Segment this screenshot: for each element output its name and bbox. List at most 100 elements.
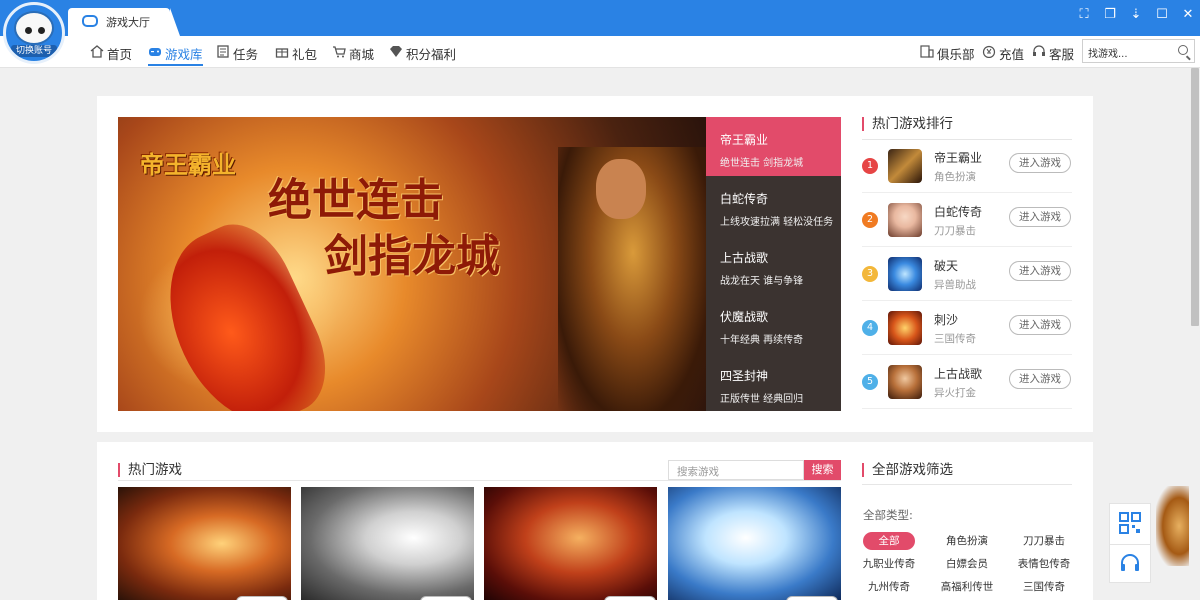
banner-slogan-line2: 剑指龙城	[324, 231, 500, 282]
filter-option[interactable]: 角色扮演	[935, 532, 999, 550]
search-placeholder: 找游戏...	[1088, 49, 1128, 60]
fullscreen-icon[interactable]: ⛶	[1077, 8, 1091, 22]
headset-icon[interactable]	[1119, 552, 1141, 574]
banner-slogan: 绝世连击 剑指龙城	[268, 173, 500, 285]
enter-game-button[interactable]: 进入游戏	[1009, 369, 1071, 389]
banner-item-subtitle: 正版传世 经典回归	[720, 394, 804, 405]
close-icon[interactable]: ✕	[1181, 8, 1195, 22]
game-search-button[interactable]: 搜索	[804, 460, 841, 480]
filter-title: 全部游戏筛选	[862, 463, 953, 477]
enter-game-button[interactable]: 进入游戏	[1009, 153, 1071, 173]
game-card-button[interactable]	[420, 596, 472, 600]
monkey-icon	[14, 11, 54, 45]
nav-label: 充值	[999, 47, 1025, 62]
enter-game-button[interactable]: 进入游戏	[1009, 261, 1071, 281]
nav-label: 首页	[107, 47, 133, 62]
game-icon[interactable]	[888, 311, 922, 345]
game-card-button[interactable]	[786, 596, 838, 600]
hot-games-title: 热门游戏	[118, 463, 182, 477]
game-icon[interactable]	[888, 149, 922, 183]
nav-bar: 首页 游戏库 任务 礼包 商城 积分福利 俱乐部 充值 客服 找游戏...	[0, 36, 1200, 68]
banner-list-item[interactable]: 四圣封神 正版传世 经典回归	[706, 353, 841, 412]
filter-option[interactable]: 九职业传奇	[857, 555, 921, 573]
filter-option[interactable]: 刀刀暴击	[1012, 532, 1076, 550]
nav-item-tasks[interactable]: 任务	[216, 44, 258, 66]
game-thumbnail[interactable]	[484, 487, 657, 600]
banner-item-subtitle: 上线攻速拉满 轻松没任务	[720, 217, 834, 228]
ranking-item: 2 白蛇传奇 刀刀暴击 进入游戏	[862, 193, 1072, 247]
qr-code-icon[interactable]	[1119, 512, 1141, 534]
game-icon[interactable]	[888, 203, 922, 237]
enter-game-button[interactable]: 进入游戏	[1009, 315, 1071, 335]
nav-item-home[interactable]: 首页	[90, 44, 132, 66]
side-promo-image[interactable]	[1156, 486, 1189, 566]
banner-list-item[interactable]: 帝王霸业 绝世连击 剑指龙城	[706, 117, 841, 176]
game-icon[interactable]	[888, 365, 922, 399]
filter-option[interactable]: 高福利传世	[935, 578, 999, 596]
rank-game-name: 帝王霸业	[934, 151, 983, 165]
restore-icon[interactable]: ❐	[1103, 8, 1117, 22]
game-thumbnail[interactable]	[301, 487, 474, 600]
gamepad-icon	[149, 48, 161, 56]
game-card-button[interactable]	[604, 596, 656, 600]
banner-item-subtitle: 十年经典 再续传奇	[720, 335, 804, 346]
switch-account-label: 切换账号	[11, 45, 57, 57]
maximize-icon[interactable]: ☐	[1155, 8, 1169, 22]
banner-list-item[interactable]: 白蛇传奇 上线攻速拉满 轻松没任务	[706, 176, 841, 235]
nav-label: 游戏库	[165, 47, 203, 62]
nav-item-recharge[interactable]: 充值	[982, 44, 1024, 63]
nav-label: 客服	[1049, 47, 1075, 62]
nav-item-points-welfare[interactable]: 积分福利	[389, 44, 456, 66]
search-icon[interactable]	[1178, 45, 1188, 55]
nav-item-customer-service[interactable]: 客服	[1032, 44, 1074, 63]
diamond-icon	[390, 46, 402, 57]
nav-label: 礼包	[292, 47, 318, 62]
filter-option[interactable]: 三国传奇	[1012, 578, 1076, 596]
filter-type-label: 全部类型:	[863, 508, 913, 522]
game-search-input[interactable]: 搜索游戏	[668, 460, 804, 480]
divider	[1110, 544, 1150, 545]
nav-item-club[interactable]: 俱乐部	[920, 44, 975, 63]
banner-image[interactable]: 帝王霸业 绝世连击 剑指龙城	[118, 117, 706, 411]
banner-item-subtitle: 战龙在天 谁与争锋	[720, 276, 804, 287]
divider	[118, 480, 841, 481]
banner-item-title: 白蛇传奇	[720, 192, 769, 206]
rank-number: 1	[862, 158, 878, 174]
service-icon	[1033, 45, 1045, 56]
gamepad-icon	[82, 15, 98, 27]
game-thumbnail[interactable]	[668, 487, 841, 600]
banner-item-title: 四圣封神	[720, 369, 769, 383]
game-card-button[interactable]	[236, 596, 288, 600]
filter-option[interactable]: 九州传奇	[857, 578, 921, 596]
banner-hero-face	[596, 159, 646, 219]
filter-option[interactable]: 表情包传奇	[1012, 555, 1076, 573]
divider	[862, 484, 1072, 485]
nav-item-game-library[interactable]: 游戏库	[148, 44, 203, 66]
banner-slogan-line1: 绝世连击	[268, 175, 444, 226]
tab-label: 游戏大厅	[106, 16, 150, 29]
rank-game-name: 白蛇传奇	[934, 205, 983, 219]
scrollbar[interactable]	[1189, 68, 1200, 600]
banner-list-item[interactable]: 上古战歌 战龙在天 谁与争锋	[706, 235, 841, 294]
banner-list-item[interactable]: 伏魔战歌 十年经典 再续传奇	[706, 294, 841, 353]
game-thumbnail[interactable]	[118, 487, 291, 600]
nav-item-gifts[interactable]: 礼包	[275, 44, 317, 66]
ranking-title: 热门游戏排行	[862, 117, 953, 131]
home-icon	[90, 45, 104, 58]
filter-option-all[interactable]: 全部	[863, 532, 915, 550]
nav-label: 商城	[349, 47, 375, 62]
rank-game-genre: 刀刀暴击	[934, 225, 976, 237]
rank-game-genre: 异兽助战	[934, 279, 976, 291]
enter-game-button[interactable]: 进入游戏	[1009, 207, 1071, 227]
filter-option[interactable]: 白嫖会员	[935, 555, 999, 573]
rank-number: 5	[862, 374, 878, 390]
search-input[interactable]: 找游戏...	[1082, 39, 1195, 63]
scroll-thumb[interactable]	[1191, 68, 1199, 326]
game-icon[interactable]	[888, 257, 922, 291]
nav-item-shop[interactable]: 商城	[332, 44, 374, 66]
tab-game-hall[interactable]: 游戏大厅	[68, 8, 180, 36]
avatar[interactable]: 切换账号	[3, 2, 65, 64]
title-bar: 游戏大厅 ⛶ ❐ ⇣ ☐ ✕	[0, 0, 1200, 36]
club-icon	[920, 45, 934, 58]
minimize-tray-icon[interactable]: ⇣	[1129, 8, 1143, 22]
